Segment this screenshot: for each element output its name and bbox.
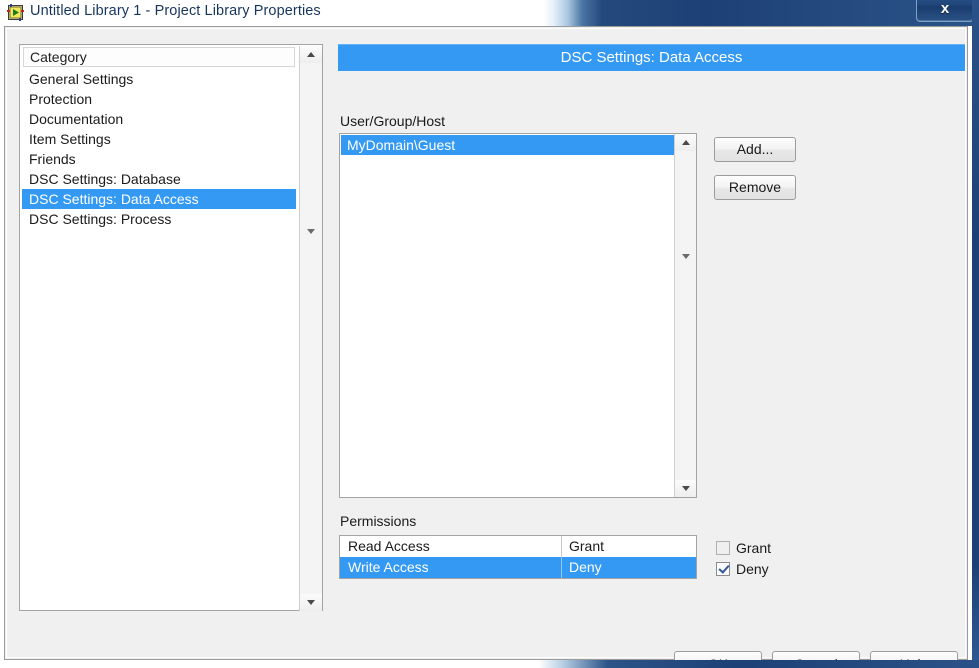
sidebar-item-0[interactable]: General Settings xyxy=(22,69,296,89)
sidebar-item-2[interactable]: Documentation xyxy=(22,109,296,129)
sidebar-item-7[interactable]: DSC Settings: Process xyxy=(22,209,296,229)
category-panel: Category General Settings Protection Docum… xyxy=(19,44,323,611)
column-divider xyxy=(561,536,562,557)
category-scrollbar[interactable] xyxy=(299,46,322,611)
deny-checkbox-row[interactable]: Deny xyxy=(716,561,769,577)
panel-header-label: DSC Settings: Data Access xyxy=(560,49,743,66)
sidebar-item-5[interactable]: DSC Settings: Database xyxy=(22,169,296,189)
deny-checkbox[interactable] xyxy=(716,562,730,576)
dialog-body: Category General Settings Protection Docum… xyxy=(4,26,968,668)
chevron-down-icon xyxy=(681,486,690,491)
user-group-host-label: User/Group/Host xyxy=(340,113,446,129)
grant-checkbox[interactable] xyxy=(716,541,730,555)
table-row[interactable]: Write Access Deny xyxy=(340,557,696,578)
chevron-up-icon xyxy=(307,52,315,57)
category-list[interactable]: General Settings Protection Documentation I… xyxy=(22,69,296,229)
sidebar-item-3[interactable]: Item Settings xyxy=(22,129,296,149)
labview-vi-icon xyxy=(7,4,24,21)
permission-value-cell: Grant xyxy=(569,538,605,554)
sidebar-item-4[interactable]: Friends xyxy=(22,149,296,169)
list-item[interactable]: MyDomain\Guest xyxy=(341,135,674,155)
chevron-down-icon xyxy=(307,600,315,605)
sidebar-item-1[interactable]: Protection xyxy=(22,89,296,109)
permissions-table[interactable]: Read Access Grant Write Access Deny xyxy=(339,535,697,579)
permissions-label: Permissions xyxy=(340,513,417,529)
sidebar-item-6[interactable]: DSC Settings: Data Access xyxy=(22,189,296,209)
grant-checkbox-label: Grant xyxy=(736,540,772,556)
close-icon: x xyxy=(940,0,950,17)
grant-checkbox-row[interactable]: Grant xyxy=(716,540,771,556)
category-scroll-down-button[interactable] xyxy=(300,594,322,611)
table-row[interactable]: Read Access Grant xyxy=(340,536,696,557)
ugh-scroll-down-button[interactable] xyxy=(675,480,696,497)
category-header: Category xyxy=(23,47,295,67)
add-button[interactable]: Add... xyxy=(714,137,796,162)
window-titlebar: Untitled Library 1 - Project Library Pro… xyxy=(0,0,979,26)
dialog-inner: Category General Settings Protection Docum… xyxy=(6,28,966,668)
permission-name-cell: Write Access xyxy=(348,559,429,575)
column-divider xyxy=(561,557,562,578)
user-group-host-scrollbar[interactable] xyxy=(674,134,696,497)
chevron-up-icon xyxy=(681,140,690,145)
user-group-host-listbox[interactable]: MyDomain\Guest xyxy=(339,133,697,498)
properties-window: Untitled Library 1 - Project Library Pro… xyxy=(0,0,979,668)
remove-button[interactable]: Remove xyxy=(714,175,796,200)
window-frame-bottom xyxy=(0,660,979,668)
window-frame-right xyxy=(972,0,979,668)
close-button[interactable]: x xyxy=(916,0,974,22)
category-scroll-marker-icon xyxy=(307,229,315,234)
deny-checkbox-label: Deny xyxy=(736,561,769,577)
ugh-scroll-up-button[interactable] xyxy=(675,134,696,151)
category-scroll-up-button[interactable] xyxy=(300,46,322,63)
panel-header: DSC Settings: Data Access xyxy=(338,44,965,71)
category-header-label: Category xyxy=(30,49,87,65)
permission-name-cell: Read Access xyxy=(348,538,430,554)
permission-value-cell: Deny xyxy=(569,559,602,575)
ugh-scroll-marker-icon xyxy=(681,254,690,259)
window-title: Untitled Library 1 - Project Library Pro… xyxy=(30,3,321,19)
